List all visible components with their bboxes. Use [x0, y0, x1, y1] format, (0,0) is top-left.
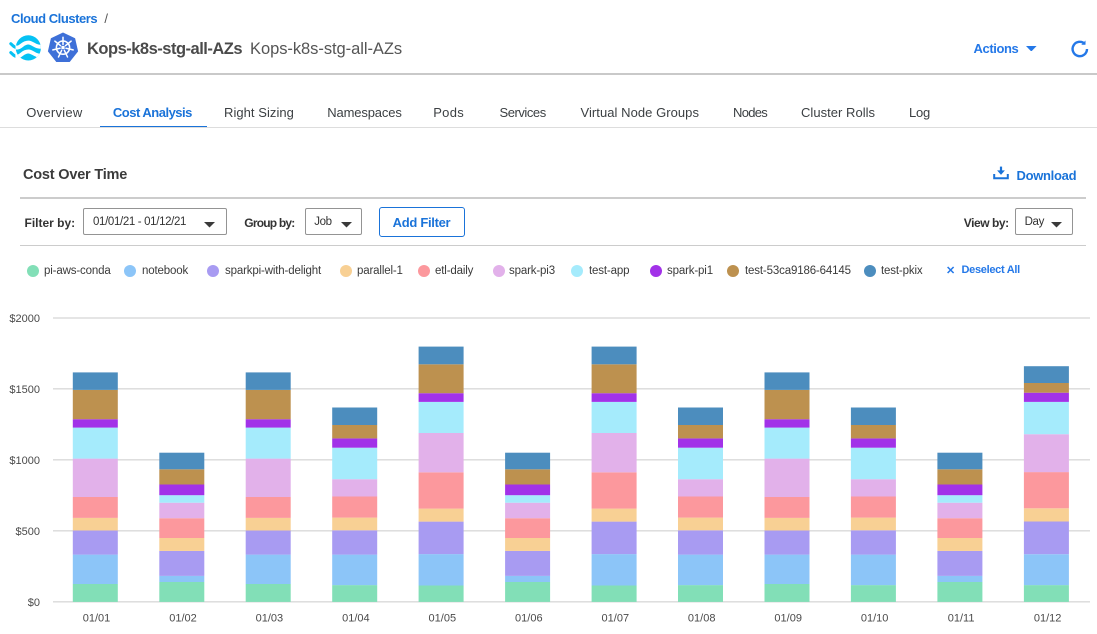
svg-text:01/11: 01/11 — [948, 613, 975, 625]
svg-text:$1000: $1000 — [9, 455, 40, 467]
svg-text:01/09: 01/09 — [774, 613, 802, 625]
svg-text:01/10: 01/10 — [861, 613, 889, 625]
svg-text:01/08: 01/08 — [688, 613, 716, 625]
svg-text:01/12: 01/12 — [1034, 613, 1062, 625]
svg-text:01/01: 01/01 — [83, 613, 111, 625]
svg-text:01/05: 01/05 — [429, 613, 457, 625]
svg-text:$0: $0 — [28, 597, 40, 609]
svg-text:01/06: 01/06 — [515, 613, 543, 625]
svg-text:01/07: 01/07 — [602, 613, 630, 625]
svg-text:$2000: $2000 — [9, 313, 40, 325]
svg-text:01/03: 01/03 — [256, 613, 284, 625]
svg-text:$500: $500 — [16, 526, 40, 538]
svg-text:01/04: 01/04 — [342, 613, 370, 625]
svg-text:01/02: 01/02 — [169, 613, 197, 625]
svg-text:$1500: $1500 — [9, 384, 40, 396]
